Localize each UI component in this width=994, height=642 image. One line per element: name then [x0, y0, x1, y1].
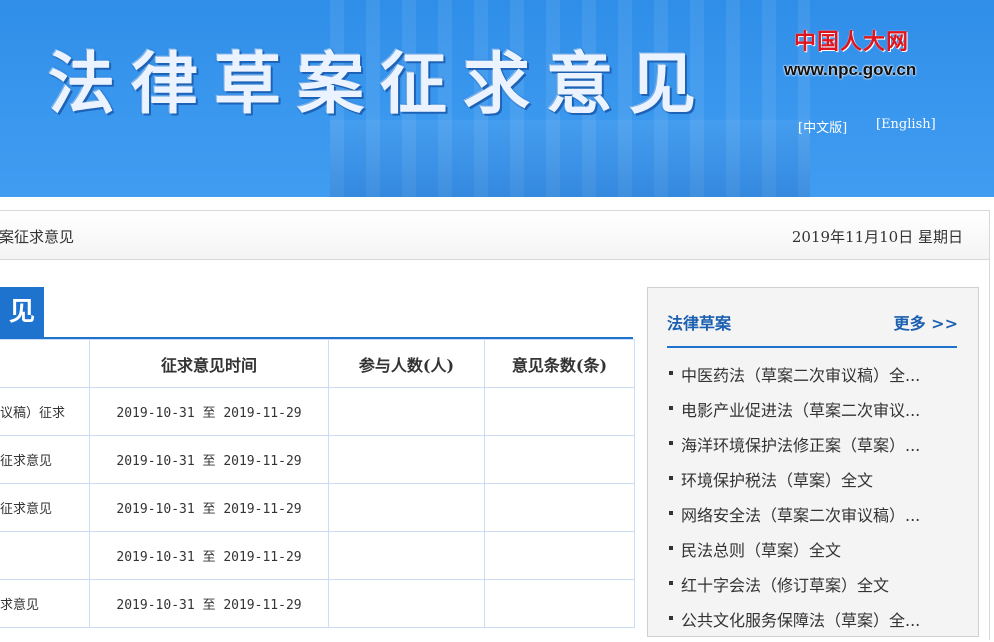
period-cell: 2019-10-31 至 2019-11-29 — [89, 531, 329, 580]
bullet-icon — [669, 406, 673, 410]
breadcrumb: 案征求意见 — [0, 228, 75, 246]
opinion-count-cell — [484, 531, 635, 580]
lang-english-link[interactable]: [English] — [876, 117, 936, 132]
npc-logo[interactable]: 中国人大网 — [794, 24, 909, 56]
list-item: 海洋环境保护法修正案（草案）... — [667, 432, 920, 467]
header-opinion-count: 意见条数(条) — [484, 339, 635, 388]
header-participants: 参与人数(人) — [328, 339, 485, 388]
sidebar-underline — [667, 346, 957, 348]
period-cell: 2019-10-31 至 2019-11-29 — [89, 483, 329, 532]
participants-cell — [328, 387, 485, 436]
table-row: 议稿）征求 2019-10-31 至 2019-11-29 — [0, 387, 635, 436]
list-item: 中医药法（草案二次审议稿）全... — [667, 362, 920, 397]
draft-link[interactable]: 网络安全法（草案二次审议稿）... — [681, 502, 920, 526]
bullet-icon — [669, 616, 673, 620]
bullet-icon — [669, 511, 673, 515]
list-item: 网络安全法（草案二次审议稿）... — [667, 502, 920, 537]
law-drafts-sidebar: 法律草案 更多 >> 中医药法（草案二次审议稿）全... 电影产业促进法（草案二… — [647, 287, 979, 637]
draft-name-link[interactable]: 征求意见 — [0, 435, 90, 484]
participants-cell — [328, 435, 485, 484]
draft-link[interactable]: 民法总则（草案）全文 — [681, 537, 841, 561]
draft-name-link[interactable]: 征求意见 — [0, 483, 90, 532]
table-row: 求意见 2019-10-31 至 2019-11-29 — [0, 579, 635, 628]
lang-chinese-link[interactable]: [中文版] — [798, 117, 847, 136]
more-link[interactable]: 更多 >> — [894, 310, 958, 334]
draft-name-link[interactable]: 议稿）征求 — [0, 387, 90, 436]
header-draft-name — [0, 339, 90, 388]
bullet-icon — [669, 581, 673, 585]
opinions-table: 征求意见时间 参与人数(人) 意见条数(条) 议稿）征求 2019-10-31 … — [0, 339, 635, 628]
bullet-icon — [669, 371, 673, 375]
draft-link[interactable]: 红十字会法（修订草案）全文 — [681, 572, 889, 596]
bullet-icon — [669, 441, 673, 445]
lang-chinese-label[interactable]: [中文版] — [798, 121, 847, 136]
banner-title: 法律草案征求意见 — [48, 44, 712, 123]
header-period: 征求意见时间 — [89, 339, 329, 388]
draft-link[interactable]: 公共文化服务保障法（草案）全... — [681, 607, 920, 631]
sidebar-list: 中医药法（草案二次审议稿）全... 电影产业促进法（草案二次审议... 海洋环境… — [667, 362, 920, 642]
draft-link[interactable]: 中医药法（草案二次审议稿）全... — [681, 362, 920, 386]
list-item: 公共文化服务保障法（草案）全... — [667, 607, 920, 642]
participants-cell — [328, 483, 485, 532]
draft-name-link[interactable]: 求意见 — [0, 579, 90, 628]
table-row: 征求意见 2019-10-31 至 2019-11-29 — [0, 435, 635, 484]
draft-link[interactable]: 海洋环境保护法修正案（草案）... — [681, 432, 920, 456]
npc-url[interactable]: www.npc.gov.cn — [784, 60, 916, 80]
opinion-count-cell — [484, 387, 635, 436]
table-row: 征求意见 2019-10-31 至 2019-11-29 — [0, 483, 635, 532]
participants-cell — [328, 531, 485, 580]
participants-cell — [328, 579, 485, 628]
header-banner: 法律草案征求意见 中国人大网 www.npc.gov.cn [中文版] [Eng… — [0, 0, 994, 197]
draft-link[interactable]: 电影产业促进法（草案二次审议... — [681, 397, 920, 421]
draft-link[interactable]: 环境保护税法（草案）全文 — [681, 467, 873, 491]
period-cell: 2019-10-31 至 2019-11-29 — [89, 579, 329, 628]
section-title: 见 — [0, 287, 44, 338]
table-header-row: 征求意见时间 参与人数(人) 意见条数(条) — [0, 339, 635, 388]
list-item: 电影产业促进法（草案二次审议... — [667, 397, 920, 432]
table-row: 2019-10-31 至 2019-11-29 — [0, 531, 635, 580]
list-item: 民法总则（草案）全文 — [667, 537, 920, 572]
breadcrumb-bar: 案征求意见 2019年11月10日 星期日 — [0, 210, 990, 260]
bullet-icon — [669, 546, 673, 550]
list-item: 红十字会法（修订草案）全文 — [667, 572, 920, 607]
draft-name-link[interactable] — [0, 531, 90, 580]
lang-english-label[interactable]: [English] — [876, 117, 936, 132]
list-item: 环境保护税法（草案）全文 — [667, 467, 920, 502]
banner-building-shade — [330, 120, 810, 197]
period-cell: 2019-10-31 至 2019-11-29 — [89, 387, 329, 436]
current-date: 2019年11月10日 星期日 — [791, 228, 963, 246]
opinion-count-cell — [484, 579, 635, 628]
opinion-count-cell — [484, 483, 635, 532]
sidebar-title: 法律草案 — [667, 314, 732, 333]
period-cell: 2019-10-31 至 2019-11-29 — [89, 435, 329, 484]
bullet-icon — [669, 476, 673, 480]
opinion-count-cell — [484, 435, 635, 484]
